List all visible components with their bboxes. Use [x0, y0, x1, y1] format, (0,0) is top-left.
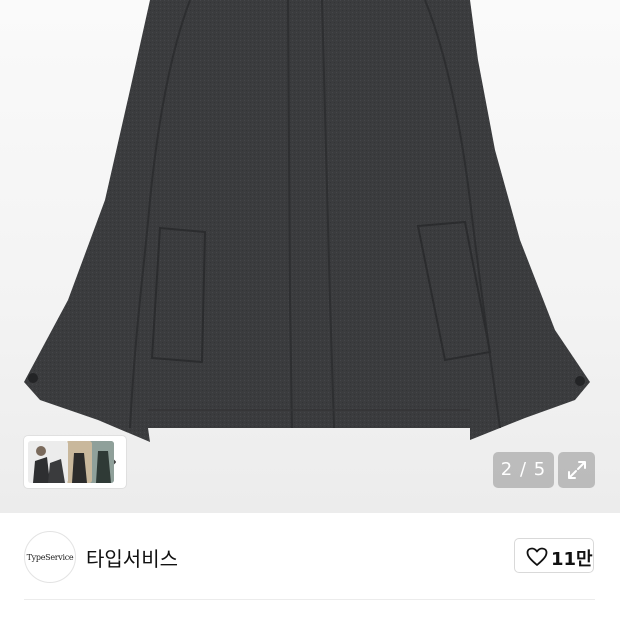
product-image-gallery[interactable]: 2 / 5	[0, 0, 620, 513]
shop-name[interactable]: 타입서비스	[86, 543, 178, 572]
divider	[24, 599, 595, 600]
shop-logo-text: TypeService	[26, 552, 74, 562]
like-count: 11만	[551, 549, 593, 570]
thumbnail-beige-coat[interactable]	[66, 441, 92, 483]
thumbnail-strip[interactable]	[24, 436, 126, 488]
image-counter: 2 / 5	[493, 452, 554, 488]
fullscreen-button[interactable]	[558, 452, 595, 488]
thumbnail-model-photo[interactable]	[28, 441, 68, 483]
heart-icon	[526, 547, 548, 566]
shop-info-row: TypeService 타입서비스 11만	[0, 513, 620, 600]
like-button[interactable]: 11만	[514, 538, 594, 573]
expand-icon	[568, 461, 586, 479]
shop-logo[interactable]: TypeService	[24, 531, 76, 583]
